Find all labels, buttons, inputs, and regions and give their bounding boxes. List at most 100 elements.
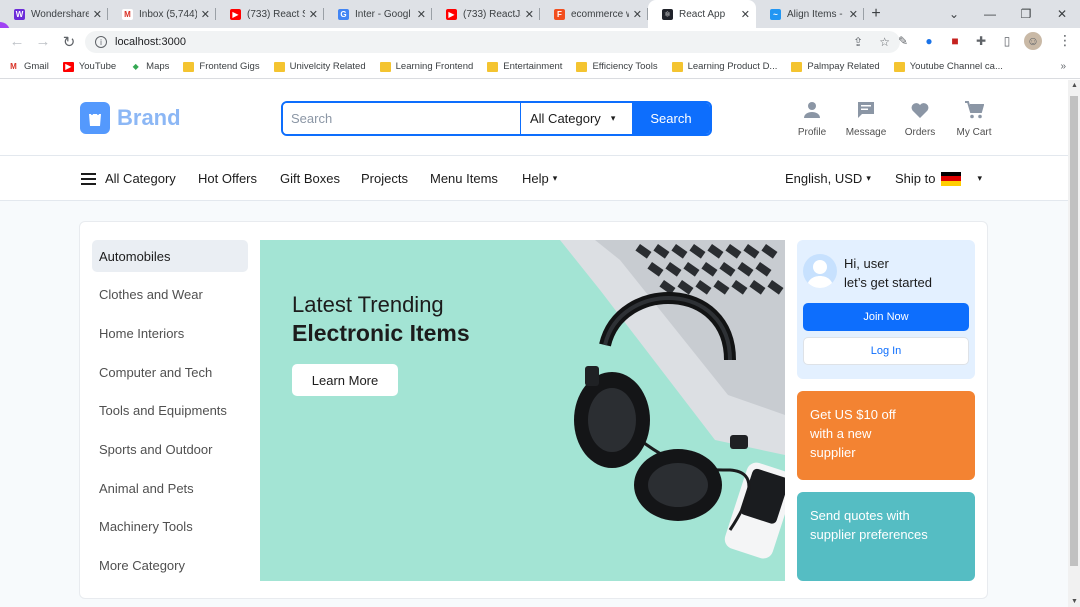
category-item[interactable]: Tools and Equipments — [92, 395, 248, 427]
bookmark-item[interactable]: M Gmail — [8, 61, 49, 72]
extension-tools-icon[interactable]: ✎ — [894, 32, 912, 50]
share-icon[interactable]: ⇪ — [853, 35, 863, 49]
browser-tab[interactable]: G Inter - Googl ✕ — [324, 0, 432, 28]
bookmark-label: YouTube — [78, 61, 117, 72]
scroll-up-icon[interactable]: ▲ — [1071, 82, 1078, 89]
tab-search-icon[interactable]: ⌄ — [936, 0, 972, 28]
bookmark-label: Learning Product D... — [687, 61, 778, 72]
greeting-line-1: Hi, user — [844, 256, 889, 271]
message-action[interactable]: Message — [842, 100, 890, 138]
bookmark-item[interactable]: Efficiency Tools — [576, 61, 658, 72]
extension-blue-icon[interactable]: ● — [920, 32, 938, 50]
tab-close-icon[interactable]: ✕ — [417, 8, 426, 21]
browser-tab[interactable]: M Inbox (5,744) ✕ — [108, 0, 216, 28]
bookmark-item[interactable]: Learning Frontend — [379, 61, 473, 72]
back-arrow-icon[interactable]: ← — [4, 29, 30, 55]
category-item[interactable]: Computer and Tech — [92, 356, 248, 388]
ship-to-select[interactable]: Ship to ▾ — [895, 171, 982, 186]
bookmark-label: Entertainment — [503, 61, 563, 72]
category-item[interactable]: Animal and Pets — [92, 472, 248, 504]
tab-close-icon[interactable]: ✕ — [741, 8, 750, 21]
tab-favicon-icon: ~ — [770, 8, 781, 20]
promo-card-discount[interactable]: Get US $10 off with a new supplier — [797, 391, 975, 480]
url-text: localhost:3000 — [115, 36, 186, 48]
tab-close-icon[interactable]: ✕ — [525, 8, 534, 21]
bookmark-item[interactable]: Univelcity Related — [273, 61, 366, 72]
forward-arrow-icon[interactable]: → — [30, 29, 56, 55]
language-currency-select[interactable]: English, USD ▾ — [785, 171, 871, 186]
scroll-down-icon[interactable]: ▼ — [1071, 598, 1078, 605]
scrollbar-thumb[interactable] — [1070, 96, 1078, 566]
browser-tab[interactable]: ~ Align Items - ✕ — [756, 0, 864, 28]
nav-hot-offers[interactable]: Hot Offers — [198, 171, 257, 186]
log-in-button[interactable]: Log In — [803, 337, 969, 365]
tab-title: (733) ReactJS — [463, 8, 521, 20]
nav-gift-boxes[interactable]: Gift Boxes — [280, 171, 340, 186]
hamburger-menu-icon — [81, 172, 96, 185]
all-category-menu[interactable]: All Category — [81, 171, 176, 186]
browser-tab[interactable]: ▶ (733) React Sl ✕ — [216, 0, 324, 28]
bookmark-label: Efficiency Tools — [592, 61, 658, 72]
profile-avatar-icon[interactable]: ☺ — [1024, 32, 1042, 50]
category-item[interactable]: Machinery Tools — [92, 511, 248, 543]
tab-title: Inbox (5,744) — [139, 8, 197, 20]
minimize-icon[interactable]: — — [972, 0, 1008, 28]
nav-help[interactable]: Help ▾ — [522, 171, 557, 186]
nav-projects[interactable]: Projects — [361, 171, 408, 186]
bookmark-item[interactable]: Learning Product D... — [671, 61, 778, 72]
orders-action[interactable]: Orders — [896, 100, 944, 138]
browser-tab[interactable]: Fecommerce w ✕ — [540, 0, 648, 28]
restore-icon[interactable]: ❐ — [1008, 0, 1044, 28]
profile-label: Profile — [797, 127, 827, 138]
category-item[interactable]: Automobiles — [92, 240, 248, 272]
site-info-icon[interactable]: i — [95, 36, 107, 48]
page-scrollbar[interactable]: ▲ ▼ — [1068, 80, 1080, 607]
category-select[interactable]: All Category ▾ — [520, 103, 632, 134]
bookmark-item[interactable]: Frontend Gigs — [183, 61, 260, 72]
url-omnibox[interactable]: i localhost:3000 ⇪ ☆ — [85, 31, 900, 53]
browser-menu-icon[interactable]: ⋮ — [1058, 32, 1072, 49]
cart-action[interactable]: My Cart — [950, 100, 998, 138]
close-window-icon[interactable]: ✕ — [1044, 0, 1080, 28]
join-now-button[interactable]: Join Now — [803, 303, 969, 331]
bookmark-item[interactable]: ◆ Maps — [130, 61, 169, 72]
category-item[interactable]: More Category — [92, 550, 248, 582]
category-item[interactable]: Sports and Outdoor — [92, 433, 248, 465]
promo-card-quotes[interactable]: Send quotes with supplier preferences — [797, 492, 975, 581]
tab-title: React App — [679, 8, 726, 20]
bookmark-star-icon[interactable]: ☆ — [879, 35, 890, 49]
profile-action[interactable]: Profile — [788, 100, 836, 138]
puzzle-extensions-icon[interactable]: ✚ — [972, 32, 990, 50]
brand-logo-link[interactable]: Brand — [80, 102, 181, 134]
tab-close-icon[interactable]: ✕ — [633, 8, 642, 21]
tab-close-icon[interactable]: ✕ — [201, 8, 210, 21]
bookmarks-overflow-icon[interactable]: » — [1060, 61, 1066, 72]
learn-more-button[interactable]: Learn More — [292, 364, 398, 396]
folder-icon — [487, 61, 499, 72]
reload-icon[interactable]: ↻ — [56, 29, 82, 55]
search-button[interactable]: Search — [632, 103, 710, 134]
extension-red-icon[interactable]: ■ — [946, 32, 964, 50]
bookmark-item[interactable]: Youtube Channel ca... — [893, 61, 1003, 72]
tab-close-icon[interactable]: ✕ — [309, 8, 318, 21]
user-welcome-card: Hi, user let’s get started Join Now Log … — [797, 240, 975, 379]
browser-tab[interactable]: W Wondershare ✕ — [0, 0, 108, 28]
browser-tab[interactable]: ⚛ React App ✕ — [648, 0, 756, 28]
nav-menu-items[interactable]: Menu Items — [430, 171, 498, 186]
tab-favicon-icon: ▶ — [230, 8, 241, 20]
bookmark-item[interactable]: ▶ YouTube — [62, 61, 117, 72]
bookmark-item[interactable]: Entertainment — [487, 61, 562, 72]
search-input[interactable] — [283, 103, 520, 134]
new-tab-button[interactable]: + — [864, 0, 888, 28]
category-item[interactable]: Clothes and Wear — [92, 279, 248, 311]
category-item[interactable]: Home Interiors — [92, 317, 248, 349]
nav-help-label: Help — [522, 171, 549, 186]
folder-icon — [893, 61, 905, 72]
browser-tab[interactable]: ▶ (733) ReactJS ✕ — [432, 0, 540, 28]
side-panel-icon[interactable]: ▯ — [998, 32, 1016, 50]
tab-close-icon[interactable]: ✕ — [93, 8, 102, 21]
bookmark-item[interactable]: Palmpay Related — [791, 61, 880, 72]
tab-title: Align Items - — [787, 8, 843, 20]
tab-close-icon[interactable]: ✕ — [849, 8, 858, 21]
tab-title: Wondershare — [31, 8, 89, 20]
